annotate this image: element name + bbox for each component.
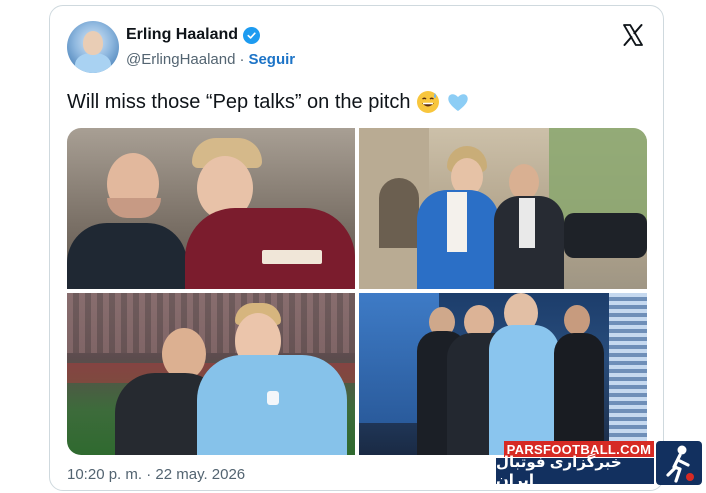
parsfootball-watermark: PARSFOOTBALL.COM خبرگزاری فوتبال ایران <box>496 437 706 493</box>
football-player-logo-icon <box>656 441 702 485</box>
author-avatar[interactable] <box>67 21 119 73</box>
watermark-site-persian: خبرگزاری فوتبال ایران <box>496 454 654 489</box>
tweet-text-row: Will miss those “Pep talks” on the pitch <box>67 90 470 114</box>
grinning-sweat-emoji-icon <box>416 90 440 114</box>
photo-4[interactable] <box>359 293 647 455</box>
tweet-text: Will miss those “Pep talks” on the pitch <box>67 90 411 113</box>
author-name-row: Erling Haaland <box>126 26 261 44</box>
photo-3[interactable] <box>67 293 355 455</box>
light-blue-heart-icon <box>446 90 470 114</box>
author-handle[interactable]: @ErlingHaaland <box>126 51 235 68</box>
photo-2[interactable] <box>359 128 647 289</box>
tweet-timestamp[interactable]: 10:20 p. m. · 22 may. 2026 <box>67 466 245 483</box>
verified-badge-icon <box>243 26 261 44</box>
follow-button[interactable]: Seguir <box>248 51 295 68</box>
tweet-card: Erling Haaland @ErlingHaaland · Seguir W… <box>49 5 664 491</box>
author-handle-row: @ErlingHaaland · Seguir <box>126 51 295 68</box>
photo-grid <box>67 128 647 455</box>
x-logo-icon[interactable] <box>621 23 645 47</box>
photo-1[interactable] <box>67 128 355 289</box>
author-name[interactable]: Erling Haaland <box>126 26 238 44</box>
handle-separator: · <box>239 51 245 68</box>
